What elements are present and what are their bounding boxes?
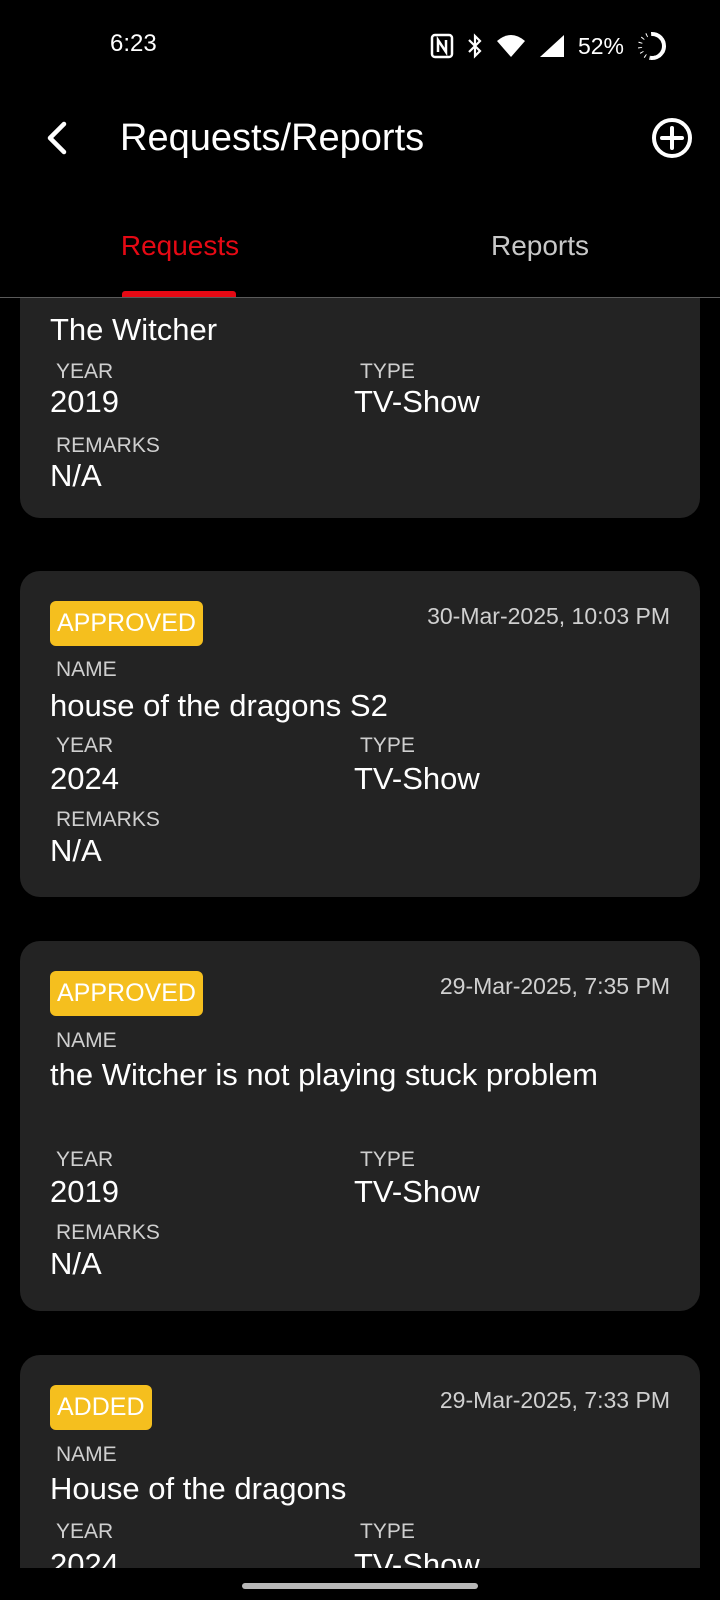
request-type: TV-Show — [354, 384, 480, 419]
signal-icon — [538, 33, 566, 59]
bluetooth-icon — [466, 33, 484, 59]
status-time: 6:23 — [110, 30, 157, 57]
name-label: NAME — [56, 1029, 117, 1052]
add-circle-icon — [652, 118, 692, 158]
request-card[interactable]: APPROVED 29-Mar-2025, 7:35 PM NAME the W… — [20, 941, 700, 1311]
type-label: TYPE — [360, 1148, 415, 1171]
add-request-button[interactable] — [646, 112, 698, 164]
tab-bar: Requests Reports — [0, 180, 720, 298]
tab-indicator — [122, 291, 236, 297]
app-bar: Requests/Reports — [0, 96, 720, 180]
requests-list[interactable]: NAME The Witcher YEAR 2019 TYPE TV-Show … — [0, 298, 720, 1568]
year-label: YEAR — [56, 1148, 114, 1171]
status-badge: ADDED — [50, 1385, 152, 1430]
request-date: 29-Mar-2025, 7:33 PM — [439, 1387, 670, 1413]
name-label: NAME — [56, 1443, 117, 1466]
status-badge: APPROVED — [50, 601, 203, 646]
year-label: YEAR — [56, 734, 114, 757]
type-label: TYPE — [360, 1520, 415, 1543]
type-label: TYPE — [360, 734, 415, 757]
type-label: TYPE — [360, 360, 415, 383]
request-year: 2019 — [50, 384, 119, 419]
remarks-label: REMARKS — [56, 1221, 160, 1244]
home-handle[interactable] — [242, 1583, 478, 1589]
request-type: TV-Show — [354, 1174, 480, 1209]
request-type: TV-Show — [354, 761, 480, 796]
status-bar: 6:23 52% — [0, 0, 720, 96]
name-label: NAME — [56, 298, 117, 304]
year-label: YEAR — [56, 1520, 114, 1543]
battery-icon — [636, 30, 668, 62]
year-label: YEAR — [56, 360, 114, 383]
request-remarks: N/A — [50, 458, 102, 493]
back-arrow-icon — [47, 121, 67, 155]
request-type: TV-Show — [354, 1547, 480, 1568]
status-badge: APPROVED — [50, 971, 203, 1016]
request-date: 29-Mar-2025, 7:35 PM — [439, 973, 670, 999]
tab-requests[interactable]: Requests — [0, 228, 360, 264]
name-label: NAME — [56, 658, 117, 681]
request-date: 30-Mar-2025, 10:03 PM — [427, 603, 670, 629]
back-button[interactable] — [32, 112, 84, 164]
status-icons: 52% — [430, 30, 668, 62]
remarks-label: REMARKS — [56, 808, 160, 831]
page-title: Requests/Reports — [120, 117, 425, 159]
request-remarks: N/A — [50, 1246, 102, 1281]
request-card[interactable]: NAME The Witcher YEAR 2019 TYPE TV-Show … — [20, 298, 700, 518]
request-name: The Witcher — [50, 312, 218, 347]
request-name: the Witcher is not playing stuck problem — [50, 1057, 598, 1092]
gesture-nav-bar — [0, 1568, 720, 1600]
request-remarks: N/A — [50, 833, 102, 868]
request-name: house of the dragons S2 — [50, 688, 388, 723]
request-card[interactable]: APPROVED 30-Mar-2025, 10:03 PM NAME hous… — [20, 571, 700, 897]
request-year: 2024 — [50, 761, 119, 796]
tab-reports[interactable]: Reports — [360, 228, 720, 264]
request-card[interactable]: ADDED 29-Mar-2025, 7:33 PM NAME House of… — [20, 1355, 700, 1568]
battery-percent: 52% — [577, 32, 624, 59]
nfc-icon — [430, 33, 454, 59]
request-name: House of the dragons — [50, 1471, 347, 1506]
request-year: 2019 — [50, 1174, 119, 1209]
request-year: 2024 — [50, 1547, 119, 1568]
remarks-label: REMARKS — [56, 434, 160, 457]
wifi-icon — [496, 34, 526, 58]
